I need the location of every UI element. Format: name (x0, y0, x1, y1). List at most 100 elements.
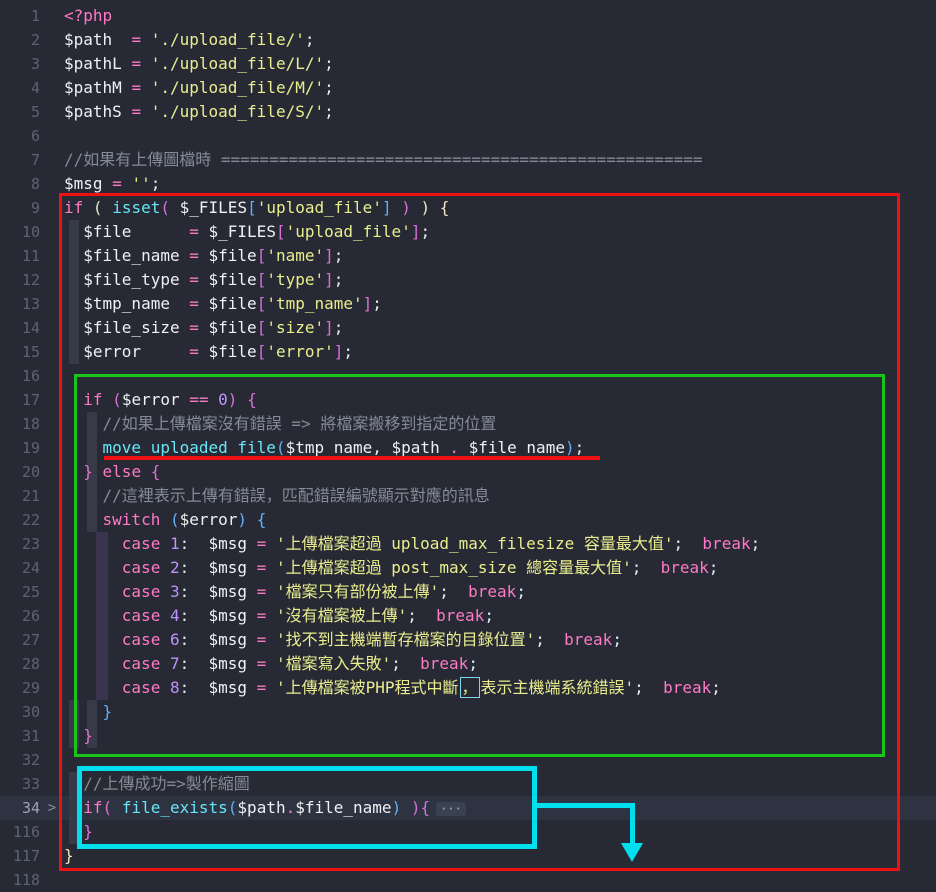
code-line-3[interactable]: 3$pathL = './upload_file/L/'; (0, 52, 936, 76)
code-line-28[interactable]: 28 case 7: $msg = '檔案寫入失敗'; break; (0, 652, 936, 676)
code-line-10[interactable]: 10 $file = $_FILES['upload_file']; (0, 220, 936, 244)
line-number[interactable]: 7 (0, 148, 40, 172)
fold-column (40, 676, 64, 700)
code-line-13[interactable]: 13 $tmp_name = $file['tmp_name']; (0, 292, 936, 316)
line-number[interactable]: 117 (0, 844, 40, 868)
token-p (122, 54, 132, 73)
line-number[interactable]: 17 (0, 388, 40, 412)
line-number[interactable]: 15 (0, 340, 40, 364)
code-line-9[interactable]: 9if ( isset( $_FILES['upload_file'] ) ) … (0, 196, 936, 220)
code-line-4[interactable]: 4$pathM = './upload_file/M/'; (0, 76, 936, 100)
token-s: './upload_file/M/' (151, 78, 324, 97)
line-number[interactable]: 28 (0, 652, 40, 676)
code-line-26[interactable]: 26 case 4: $msg = '沒有檔案被上傳'; break; (0, 604, 936, 628)
line-number[interactable]: 31 (0, 724, 40, 748)
code-line-2[interactable]: 2$path = './upload_file/'; (0, 28, 936, 52)
code-line-33[interactable]: 33 //上傳成功=>製作縮圖 (0, 772, 936, 796)
token-p (392, 198, 402, 217)
code-line-15[interactable]: 15 $error = $file['error']; (0, 340, 936, 364)
line-number[interactable]: 6 (0, 124, 40, 148)
token-g: } (64, 846, 74, 865)
line-number[interactable]: 9 (0, 196, 40, 220)
line-number[interactable]: 8 (0, 172, 40, 196)
token-k: = (257, 606, 267, 625)
code-line-32[interactable]: 32 (0, 748, 936, 772)
code-line-17[interactable]: 17 if ($error == 0) { (0, 388, 936, 412)
fold-column (40, 220, 64, 244)
code-line-18[interactable]: 18 //如果上傳檔案沒有錯誤 => 將檔案搬移到指定的位置 (0, 412, 936, 436)
line-number[interactable]: 5 (0, 100, 40, 124)
token-k: if (64, 798, 103, 817)
code-text: } (64, 724, 93, 748)
fold-column (40, 484, 64, 508)
code-line-14[interactable]: 14 $file_size = $file['size']; (0, 316, 936, 340)
line-number[interactable]: 21 (0, 484, 40, 508)
token-o: } (64, 822, 93, 841)
line-number[interactable]: 34 (0, 796, 40, 820)
code-line-22[interactable]: 22 switch ($error) { (0, 508, 936, 532)
line-number[interactable]: 10 (0, 220, 40, 244)
code-line-8[interactable]: 8$msg = ''; (0, 172, 936, 196)
line-number[interactable]: 22 (0, 508, 40, 532)
code-line-11[interactable]: 11 $file_name = $file['name']; (0, 244, 936, 268)
line-number[interactable]: 13 (0, 292, 40, 316)
code-line-29[interactable]: 29 case 8: $msg = '上傳檔案被PHP程式中斷，表示主機端系統錯… (0, 676, 936, 700)
token-p: ; (634, 678, 663, 697)
line-number[interactable]: 32 (0, 748, 40, 772)
line-number[interactable]: 29 (0, 676, 40, 700)
line-number[interactable]: 118 (0, 868, 40, 892)
code-line-118[interactable]: 118 (0, 868, 936, 892)
line-number[interactable]: 27 (0, 628, 40, 652)
line-number[interactable]: 18 (0, 412, 40, 436)
line-number[interactable]: 25 (0, 580, 40, 604)
line-number[interactable]: 16 (0, 364, 40, 388)
code-line-117[interactable]: 117} (0, 844, 936, 868)
token-v: $msg (209, 582, 248, 601)
line-number[interactable]: 2 (0, 28, 40, 52)
code-line-116[interactable]: 116 } (0, 820, 936, 844)
line-number[interactable]: 12 (0, 268, 40, 292)
fold-column (40, 436, 64, 460)
line-number[interactable]: 33 (0, 772, 40, 796)
token-p: ; (420, 222, 430, 241)
code-line-20[interactable]: 20 } else { (0, 460, 936, 484)
token-o: [ (276, 222, 286, 241)
line-number[interactable]: 3 (0, 52, 40, 76)
code-line-1[interactable]: 1<?php (0, 4, 936, 28)
fold-column (40, 412, 64, 436)
code-line-30[interactable]: 30 } (0, 700, 936, 724)
line-number[interactable]: 24 (0, 556, 40, 580)
line-number[interactable]: 14 (0, 316, 40, 340)
code-line-19[interactable]: 19 move_uploaded_file($tmp_name, $path .… (0, 436, 936, 460)
line-number[interactable]: 20 (0, 460, 40, 484)
code-line-27[interactable]: 27 case 6: $msg = '找不到主機端暫存檔案的目錄位置'; bre… (0, 628, 936, 652)
token-p (247, 606, 257, 625)
token-p (266, 582, 276, 601)
code-line-12[interactable]: 12 $file_type = $file['type']; (0, 268, 936, 292)
code-line-31[interactable]: 31 } (0, 724, 936, 748)
code-line-23[interactable]: 23 case 1: $msg = '上傳檔案超過 upload_max_fil… (0, 532, 936, 556)
line-number[interactable]: 1 (0, 4, 40, 28)
line-number[interactable]: 26 (0, 604, 40, 628)
line-number[interactable]: 11 (0, 244, 40, 268)
folded-code-ellipsis[interactable]: ··· (436, 802, 466, 816)
line-number[interactable]: 19 (0, 436, 40, 460)
code-text: if( file_exists($path.$file_name) ){··· (64, 796, 466, 820)
code-line-7[interactable]: 7//如果有上傳圖檔時 ============================… (0, 148, 936, 172)
fold-chevron-icon[interactable]: > (40, 796, 64, 820)
line-number[interactable]: 23 (0, 532, 40, 556)
code-line-34[interactable]: 34> if( file_exists($path.$file_name) ){… (0, 796, 936, 820)
line-number[interactable]: 116 (0, 820, 40, 844)
token-v: $path (64, 30, 112, 49)
code-line-21[interactable]: 21 //這裡表示上傳有錯誤，匹配錯誤編號顯示對應的訊息 (0, 484, 936, 508)
code-line-16[interactable]: 16 (0, 364, 936, 388)
code-line-25[interactable]: 25 case 3: $msg = '檔案只有部份被上傳'; break; (0, 580, 936, 604)
code-text: if ($error == 0) { (64, 388, 257, 412)
token-p (411, 198, 421, 217)
line-number[interactable]: 4 (0, 76, 40, 100)
code-line-5[interactable]: 5$pathS = './upload_file/S/'; (0, 100, 936, 124)
line-number[interactable]: 30 (0, 700, 40, 724)
token-v: $msg (209, 630, 248, 649)
code-line-24[interactable]: 24 case 2: $msg = '上傳檔案超過 post_max_size … (0, 556, 936, 580)
code-line-6[interactable]: 6 (0, 124, 936, 148)
